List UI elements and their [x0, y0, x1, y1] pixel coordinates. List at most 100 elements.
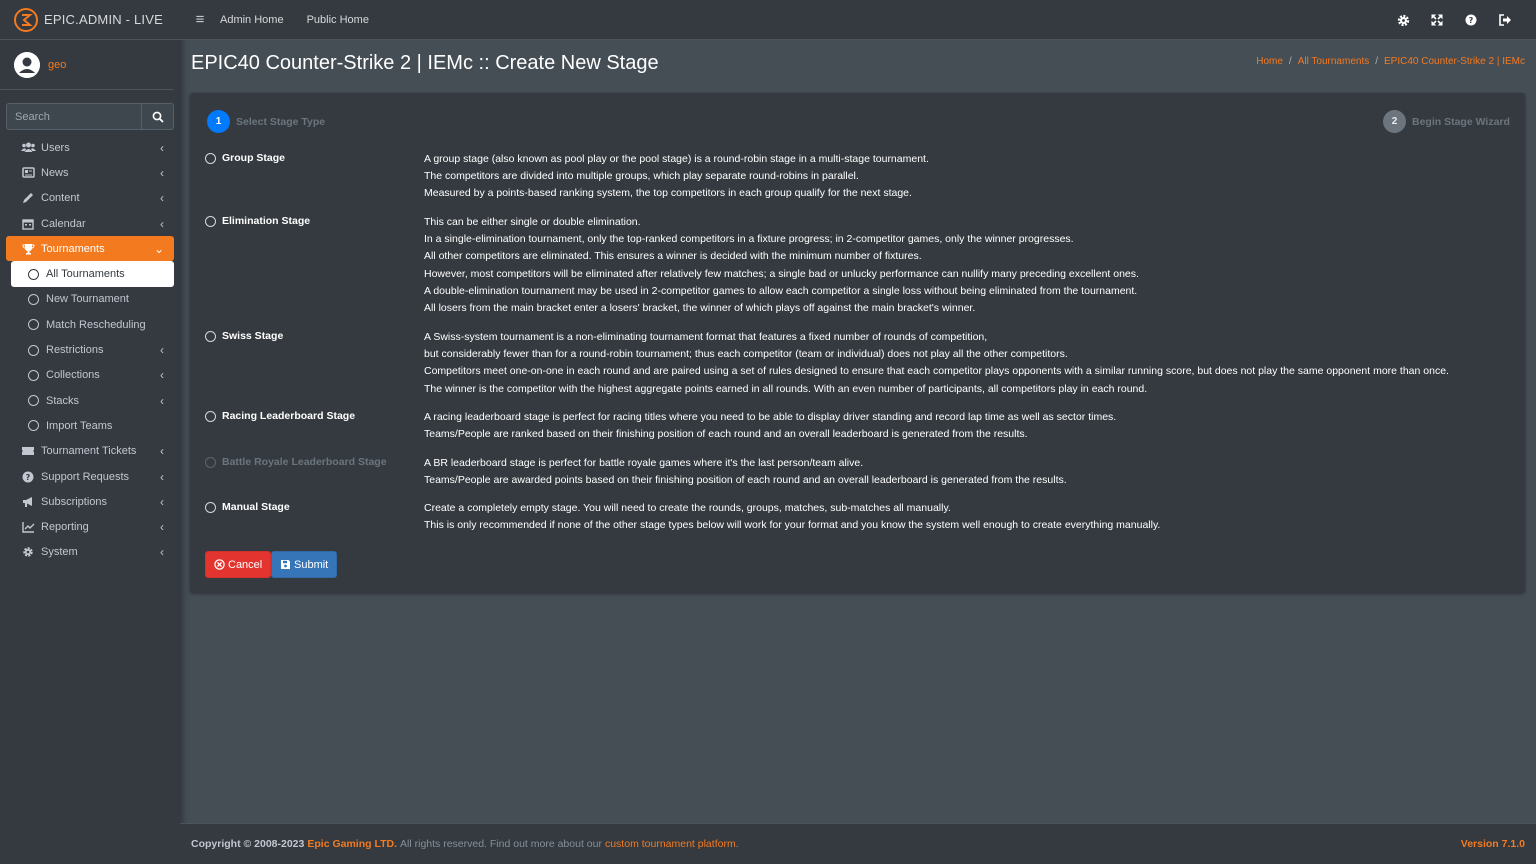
stage-radio-manual[interactable]: Manual Stage: [205, 501, 290, 513]
chevron-left-icon: ‹: [160, 494, 164, 509]
step-label: Begin Stage Wizard: [1412, 115, 1510, 128]
sidebar-item-content[interactable]: Content ‹: [0, 186, 180, 211]
radio-button[interactable]: [205, 410, 216, 422]
sidebar-item-all-tournaments[interactable]: All Tournaments: [11, 261, 174, 287]
help-icon[interactable]: ?: [1454, 14, 1488, 26]
sidebar-item-reporting[interactable]: Reporting ‹: [0, 514, 180, 539]
breadcrumb-all-tournaments[interactable]: All Tournaments: [1298, 56, 1370, 67]
sidebar-item-restrictions[interactable]: Restrictions ‹: [0, 337, 180, 362]
circle-icon: [26, 268, 40, 280]
sidebar-item-label: Tournament Tickets: [41, 445, 137, 458]
circle-icon: [26, 420, 40, 432]
submit-button-label: Submit: [294, 558, 329, 571]
sidebar-item-tournaments[interactable]: Tournaments ⌄: [6, 236, 174, 262]
bullhorn-icon: [20, 496, 36, 508]
chevron-left-icon: ‹: [160, 165, 164, 180]
radio-button[interactable]: [205, 215, 216, 227]
sidebar-item-stacks[interactable]: Stacks ‹: [0, 388, 180, 413]
sidebar-item-collections[interactable]: Collections ‹: [0, 363, 180, 388]
chevron-left-icon: ‹: [160, 444, 164, 459]
footer-platform-link[interactable]: custom tournament platform.: [605, 838, 739, 850]
sidebar-item-label: Tournaments: [41, 242, 105, 255]
step-begin-stage-wizard[interactable]: 2 Begin Stage Wizard: [1383, 110, 1510, 133]
breadcrumb-home[interactable]: Home: [1256, 56, 1283, 67]
sidebar-item-label: Reporting: [41, 521, 89, 534]
sidebar-item-users[interactable]: Users ‹: [0, 135, 180, 160]
stage-radio-group[interactable]: Group Stage: [205, 152, 285, 164]
description-line: However, most competitors will be elimin…: [424, 267, 1139, 280]
settings-gear-icon[interactable]: [1386, 14, 1420, 27]
description-line: A BR leaderboard stage is perfect for ba…: [424, 457, 864, 469]
user-panel[interactable]: geo: [0, 40, 174, 90]
create-stage-card: 1 Select Stage Type 2 Begin Stage Wizard…: [190, 93, 1525, 593]
description-line: Create a completely empty stage. You wil…: [424, 502, 951, 514]
chevron-left-icon: ‹: [160, 191, 164, 206]
chevron-left-icon: ‹: [160, 545, 164, 560]
description-line: The competitors are divided into multipl…: [424, 170, 859, 183]
description-line: All other competitors are eliminated. Th…: [424, 250, 922, 263]
radio-button[interactable]: [205, 152, 216, 164]
radio-button[interactable]: [205, 330, 216, 342]
footer-rights-text: All rights reserved. Find out more about…: [400, 838, 602, 850]
search-input[interactable]: [7, 104, 141, 129]
chart-line-icon: [20, 521, 36, 533]
stage-radio-swiss[interactable]: Swiss Stage: [205, 330, 283, 342]
menu-toggle-icon[interactable]: ≡: [180, 11, 220, 28]
description-line: A double-elimination tournament may be u…: [424, 284, 1138, 297]
description-line: Measured by a points-based ranking syste…: [424, 187, 912, 200]
user-avatar-icon: [14, 51, 40, 78]
stage-option-label: Racing Leaderboard Stage: [222, 410, 356, 422]
sidebar-item-label: Collections: [46, 369, 100, 382]
sidebar-item-match-rescheduling[interactable]: Match Rescheduling: [0, 312, 180, 337]
circle-icon: [26, 395, 40, 407]
newspaper-icon: [20, 167, 36, 179]
description-line: This is only recommended if none of the …: [424, 519, 1161, 532]
sidebar-item-tournament-tickets[interactable]: Tournament Tickets ‹: [0, 439, 180, 464]
sidebar-item-label: System: [41, 546, 78, 559]
breadcrumb-current-tournament[interactable]: EPIC40 Counter-Strike 2 | IEMc: [1384, 56, 1525, 67]
brand-link[interactable]: EPIC.ADMIN - LIVE: [0, 0, 180, 40]
sidebar: EPIC.ADMIN - LIVE geo Users ‹ News ‹ Con…: [0, 0, 180, 864]
submit-button[interactable]: Submit: [271, 551, 338, 578]
navbar-icons: ?: [1386, 0, 1522, 40]
stage-option-label: Swiss Stage: [222, 330, 284, 342]
sidebar-item-calendar[interactable]: Calendar ‹: [0, 211, 180, 236]
circle-icon: [26, 319, 40, 331]
step-select-stage-type[interactable]: 1 Select Stage Type: [207, 110, 325, 133]
description-line: A Swiss-system tournament is a non-elimi…: [424, 331, 988, 343]
gear-icon: [20, 546, 36, 558]
logout-icon[interactable]: [1488, 14, 1522, 26]
breadcrumb-separator: /: [1375, 56, 1379, 67]
question-circle-icon: ?: [20, 471, 36, 483]
description-line: This can be either single or double elim…: [424, 216, 641, 228]
sidebar-item-import-teams[interactable]: Import Teams: [0, 413, 180, 438]
sidebar-item-new-tournament[interactable]: New Tournament: [0, 287, 180, 312]
search-button[interactable]: [141, 104, 173, 129]
username[interactable]: geo: [48, 59, 66, 71]
calendar-icon: [20, 218, 36, 230]
sidebar-item-support-requests[interactable]: ? Support Requests ‹: [0, 464, 180, 489]
sidebar-item-label: New Tournament: [46, 293, 129, 306]
description-line: Teams/People are ranked based on their f…: [424, 428, 1028, 441]
public-home-link[interactable]: Public Home: [307, 14, 369, 26]
stage-option-label: Group Stage: [222, 152, 286, 164]
chevron-left-icon: ‹: [160, 469, 164, 484]
fullscreen-icon[interactable]: [1420, 14, 1454, 26]
svg-text:?: ?: [1469, 16, 1474, 25]
brand-logo-icon: [14, 7, 38, 32]
sidebar-item-label: News: [41, 166, 69, 179]
cancel-button[interactable]: Cancel: [205, 551, 272, 578]
radio-button[interactable]: [205, 501, 216, 513]
page-title: EPIC40 Counter-Strike 2 | IEMc :: Create…: [191, 52, 659, 74]
footer-copyright: Copyright © 2008-2023: [191, 838, 305, 850]
footer-company-link[interactable]: Epic Gaming LTD.: [307, 838, 397, 850]
stage-radio-elimination[interactable]: Elimination Stage: [205, 215, 310, 227]
admin-home-link[interactable]: Admin Home: [220, 14, 284, 26]
sidebar-item-system[interactable]: System ‹: [0, 540, 180, 565]
sidebar-item-subscriptions[interactable]: Subscriptions ‹: [0, 489, 180, 514]
sidebar-item-news[interactable]: News ‹: [0, 160, 180, 185]
stage-radio-racing-leaderboard[interactable]: Racing Leaderboard Stage: [205, 410, 355, 422]
description-line: All losers from the main bracket enter a…: [424, 301, 976, 314]
sidebar-search: [6, 103, 174, 130]
footer: Copyright © 2008-2023 Epic Gaming LTD. A…: [180, 823, 1536, 864]
